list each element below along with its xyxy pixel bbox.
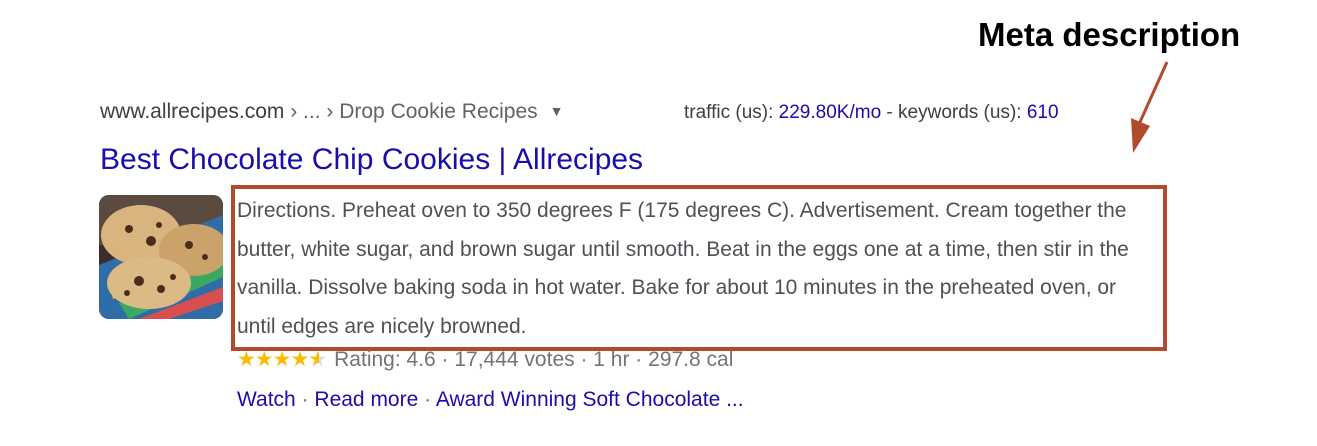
result-title-link[interactable]: Best Chocolate Chip Cookies | Allrecipes	[100, 143, 643, 177]
annotation-label: Meta description	[978, 16, 1241, 53]
rating-text: Rating: 4.6 · 17,444 votes · 1 hr · 297.…	[334, 348, 734, 371]
sitelinks: Watch · Read more · Award Winning Soft C…	[237, 388, 744, 412]
keywords-value[interactable]: 610	[1027, 102, 1059, 123]
sitelink-separator: ·	[295, 388, 315, 411]
result-breadcrumb[interactable]: www.allrecipes.com › ... › Drop Cookie R…	[100, 100, 564, 124]
result-snippet: Directions. Preheat oven to 350 degrees …	[237, 199, 1129, 338]
seo-metrics: traffic (us): 229.80K/mo - keywords (us)…	[684, 102, 1059, 124]
keywords-label: keywords (us):	[898, 102, 1027, 123]
sitelink-watch[interactable]: Watch	[237, 388, 296, 411]
rating-stars: ★★★★	[237, 348, 309, 371]
traffic-value[interactable]: 229.80K/mo	[779, 102, 881, 123]
breadcrumb-domain: www.allrecipes.com	[100, 100, 285, 123]
triangle-down-icon[interactable]: ▼	[550, 103, 564, 119]
metrics-separator: -	[881, 102, 899, 123]
sitelink-read-more[interactable]: Read more	[314, 388, 418, 411]
rating-row: ★★★★★ ★ Rating: 4.6 · 17,444 votes · 1 hr …	[237, 347, 733, 372]
star-rating-icon: ★★★★★ ★	[237, 348, 327, 371]
traffic-label: traffic (us):	[684, 102, 779, 123]
sitelink-related[interactable]: Award Winning Soft Chocolate ...	[436, 388, 744, 411]
sitelink-separator: ·	[418, 388, 436, 411]
chocolate-chip-cookies-image[interactable]	[99, 195, 223, 319]
breadcrumb-path: › ... › Drop Cookie Recipes	[284, 100, 538, 123]
